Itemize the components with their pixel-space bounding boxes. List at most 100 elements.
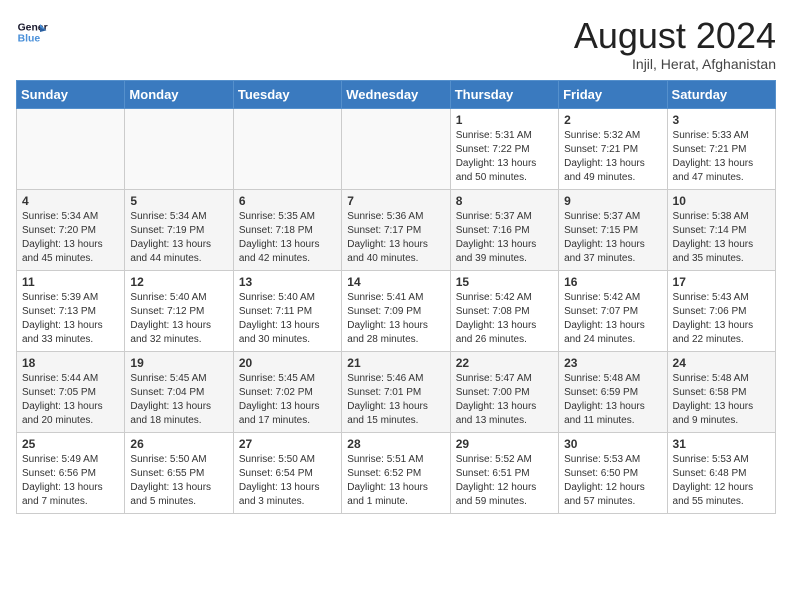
day-info: Sunrise: 5:53 AM Sunset: 6:48 PM Dayligh… bbox=[673, 453, 770, 509]
day-info: Sunrise: 5:34 AM Sunset: 7:20 PM Dayligh… bbox=[22, 210, 119, 266]
day-info: Sunrise: 5:45 AM Sunset: 7:02 PM Dayligh… bbox=[239, 372, 336, 428]
calendar-cell: 22 Sunrise: 5:47 AM Sunset: 7:00 PM Dayli… bbox=[450, 351, 558, 432]
day-number: 25 bbox=[22, 437, 119, 451]
svg-text:Blue: Blue bbox=[18, 34, 41, 45]
day-info: Sunrise: 5:39 AM Sunset: 7:13 PM Dayligh… bbox=[22, 291, 119, 347]
calendar-cell bbox=[17, 108, 125, 189]
calendar-cell: 8 Sunrise: 5:37 AM Sunset: 7:16 PM Daylig… bbox=[450, 189, 558, 270]
day-info: Sunrise: 5:40 AM Sunset: 7:11 PM Dayligh… bbox=[239, 291, 336, 347]
day-number: 3 bbox=[673, 113, 770, 127]
day-number: 13 bbox=[239, 275, 336, 289]
calendar-cell: 19 Sunrise: 5:45 AM Sunset: 7:04 PM Dayli… bbox=[125, 351, 233, 432]
calendar-cell: 2Sunrise: 5:32 AM Sunset: 7:21 PM Daylig… bbox=[559, 108, 667, 189]
day-number: 19 bbox=[130, 356, 227, 370]
day-number: 21 bbox=[347, 356, 444, 370]
day-number: 23 bbox=[564, 356, 661, 370]
calendar-table: SundayMondayTuesdayWednesdayThursdayFrid… bbox=[16, 80, 776, 514]
day-number: 20 bbox=[239, 356, 336, 370]
day-number: 31 bbox=[673, 437, 770, 451]
day-info: Sunrise: 5:47 AM Sunset: 7:00 PM Dayligh… bbox=[456, 372, 553, 428]
day-info: Sunrise: 5:50 AM Sunset: 6:55 PM Dayligh… bbox=[130, 453, 227, 509]
day-info: Sunrise: 5:36 AM Sunset: 7:17 PM Dayligh… bbox=[347, 210, 444, 266]
day-number: 18 bbox=[22, 356, 119, 370]
calendar-cell: 4 Sunrise: 5:34 AM Sunset: 7:20 PM Daylig… bbox=[17, 189, 125, 270]
day-number: 4 bbox=[22, 194, 119, 208]
calendar-cell: 26Sunrise: 5:50 AM Sunset: 6:55 PM Dayli… bbox=[125, 432, 233, 513]
day-info: Sunrise: 5:41 AM Sunset: 7:09 PM Dayligh… bbox=[347, 291, 444, 347]
day-info: Sunrise: 5:44 AM Sunset: 7:05 PM Dayligh… bbox=[22, 372, 119, 428]
calendar-cell: 18 Sunrise: 5:44 AM Sunset: 7:05 PM Dayli… bbox=[17, 351, 125, 432]
page-title: August 2024 bbox=[574, 16, 776, 56]
day-number: 8 bbox=[456, 194, 553, 208]
calendar-cell: 10 Sunrise: 5:38 AM Sunset: 7:14 PM Dayli… bbox=[667, 189, 775, 270]
day-info: Sunrise: 5:51 AM Sunset: 6:52 PM Dayligh… bbox=[347, 453, 444, 509]
day-number: 14 bbox=[347, 275, 444, 289]
day-number: 15 bbox=[456, 275, 553, 289]
calendar-cell: 21 Sunrise: 5:46 AM Sunset: 7:01 PM Dayli… bbox=[342, 351, 450, 432]
day-info: Sunrise: 5:50 AM Sunset: 6:54 PM Dayligh… bbox=[239, 453, 336, 509]
calendar-cell: 20 Sunrise: 5:45 AM Sunset: 7:02 PM Dayli… bbox=[233, 351, 341, 432]
day-number: 24 bbox=[673, 356, 770, 370]
day-info: Sunrise: 5:37 AM Sunset: 7:16 PM Dayligh… bbox=[456, 210, 553, 266]
title-block: August 2024 Injil, Herat, Afghanistan bbox=[574, 16, 776, 72]
day-info: Sunrise: 5:37 AM Sunset: 7:15 PM Dayligh… bbox=[564, 210, 661, 266]
calendar-cell: 14 Sunrise: 5:41 AM Sunset: 7:09 PM Dayli… bbox=[342, 270, 450, 351]
calendar-week-row: 11Sunrise: 5:39 AM Sunset: 7:13 PM Dayli… bbox=[17, 270, 776, 351]
calendar-cell: 3 Sunrise: 5:33 AM Sunset: 7:21 PM Daylig… bbox=[667, 108, 775, 189]
day-info: Sunrise: 5:48 AM Sunset: 6:58 PM Dayligh… bbox=[673, 372, 770, 428]
page-subtitle: Injil, Herat, Afghanistan bbox=[574, 56, 776, 72]
calendar-cell: 24 Sunrise: 5:48 AM Sunset: 6:58 PM Dayli… bbox=[667, 351, 775, 432]
day-info: Sunrise: 5:45 AM Sunset: 7:04 PM Dayligh… bbox=[130, 372, 227, 428]
day-number: 12 bbox=[130, 275, 227, 289]
logo: General Blue bbox=[16, 16, 48, 48]
weekday-header: Friday bbox=[559, 80, 667, 108]
weekday-header: Saturday bbox=[667, 80, 775, 108]
day-info: Sunrise: 5:52 AM Sunset: 6:51 PM Dayligh… bbox=[456, 453, 553, 509]
day-info: Sunrise: 5:48 AM Sunset: 6:59 PM Dayligh… bbox=[564, 372, 661, 428]
calendar-week-row: 1 Sunrise: 5:31 AM Sunset: 7:22 PM Daylig… bbox=[17, 108, 776, 189]
day-info: Sunrise: 5:49 AM Sunset: 6:56 PM Dayligh… bbox=[22, 453, 119, 509]
day-number: 10 bbox=[673, 194, 770, 208]
day-info: Sunrise: 5:38 AM Sunset: 7:14 PM Dayligh… bbox=[673, 210, 770, 266]
day-number: 16 bbox=[564, 275, 661, 289]
calendar-cell: 12 Sunrise: 5:40 AM Sunset: 7:12 PM Dayli… bbox=[125, 270, 233, 351]
calendar-cell: 31 Sunrise: 5:53 AM Sunset: 6:48 PM Dayli… bbox=[667, 432, 775, 513]
day-number: 28 bbox=[347, 437, 444, 451]
day-info: Sunrise: 5:40 AM Sunset: 7:12 PM Dayligh… bbox=[130, 291, 227, 347]
day-info: Sunrise: 5:31 AM Sunset: 7:22 PM Dayligh… bbox=[456, 129, 553, 185]
day-number: 1 bbox=[456, 113, 553, 127]
calendar-cell: 27 Sunrise: 5:50 AM Sunset: 6:54 PM Dayli… bbox=[233, 432, 341, 513]
day-number: 22 bbox=[456, 356, 553, 370]
weekday-header-row: SundayMondayTuesdayWednesdayThursdayFrid… bbox=[17, 80, 776, 108]
day-number: 27 bbox=[239, 437, 336, 451]
calendar-cell: 30 Sunrise: 5:53 AM Sunset: 6:50 PM Dayli… bbox=[559, 432, 667, 513]
weekday-header: Monday bbox=[125, 80, 233, 108]
page-header: General Blue August 2024 Injil, Herat, A… bbox=[16, 16, 776, 72]
calendar-cell: 1 Sunrise: 5:31 AM Sunset: 7:22 PM Daylig… bbox=[450, 108, 558, 189]
day-number: 29 bbox=[456, 437, 553, 451]
calendar-cell: 17Sunrise: 5:43 AM Sunset: 7:06 PM Dayli… bbox=[667, 270, 775, 351]
weekday-header: Thursday bbox=[450, 80, 558, 108]
day-number: 7 bbox=[347, 194, 444, 208]
day-info: Sunrise: 5:46 AM Sunset: 7:01 PM Dayligh… bbox=[347, 372, 444, 428]
calendar-cell: 25 Sunrise: 5:49 AM Sunset: 6:56 PM Dayli… bbox=[17, 432, 125, 513]
weekday-header: Wednesday bbox=[342, 80, 450, 108]
calendar-cell: 6 Sunrise: 5:35 AM Sunset: 7:18 PM Daylig… bbox=[233, 189, 341, 270]
calendar-cell: 23 Sunrise: 5:48 AM Sunset: 6:59 PM Dayli… bbox=[559, 351, 667, 432]
day-number: 30 bbox=[564, 437, 661, 451]
day-info: Sunrise: 5:42 AM Sunset: 7:07 PM Dayligh… bbox=[564, 291, 661, 347]
day-info: Sunrise: 5:35 AM Sunset: 7:18 PM Dayligh… bbox=[239, 210, 336, 266]
day-number: 5 bbox=[130, 194, 227, 208]
calendar-cell: 29 Sunrise: 5:52 AM Sunset: 6:51 PM Dayli… bbox=[450, 432, 558, 513]
day-number: 6 bbox=[239, 194, 336, 208]
day-number: 17 bbox=[673, 275, 770, 289]
day-info: Sunrise: 5:33 AM Sunset: 7:21 PM Dayligh… bbox=[673, 129, 770, 185]
calendar-week-row: 25 Sunrise: 5:49 AM Sunset: 6:56 PM Dayli… bbox=[17, 432, 776, 513]
weekday-header: Tuesday bbox=[233, 80, 341, 108]
calendar-cell: 15Sunrise: 5:42 AM Sunset: 7:08 PM Dayli… bbox=[450, 270, 558, 351]
calendar-cell: 9 Sunrise: 5:37 AM Sunset: 7:15 PM Daylig… bbox=[559, 189, 667, 270]
day-info: Sunrise: 5:53 AM Sunset: 6:50 PM Dayligh… bbox=[564, 453, 661, 509]
day-number: 9 bbox=[564, 194, 661, 208]
calendar-cell: 13 Sunrise: 5:40 AM Sunset: 7:11 PM Dayli… bbox=[233, 270, 341, 351]
calendar-cell: 16 Sunrise: 5:42 AM Sunset: 7:07 PM Dayli… bbox=[559, 270, 667, 351]
